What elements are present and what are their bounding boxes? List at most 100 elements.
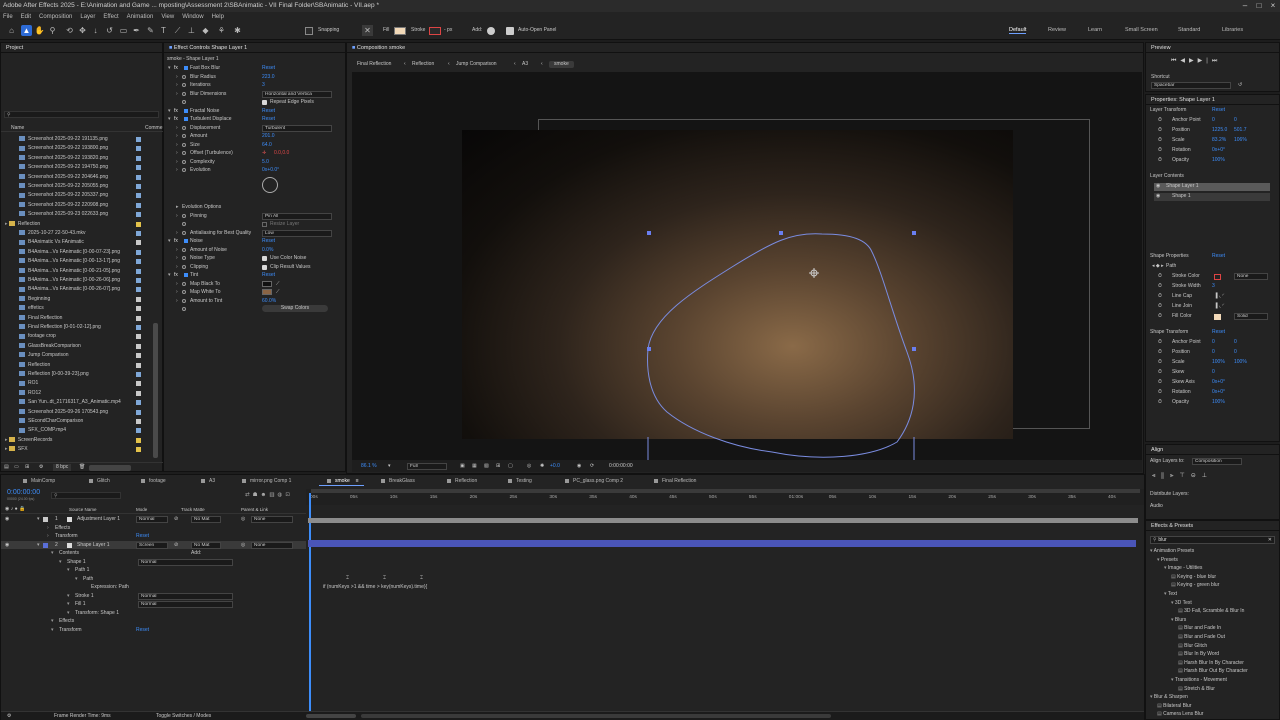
effects-tree-item[interactable]: ▤ Bilateral Blur [1146,702,1280,710]
fx-toggle-icon[interactable]: fx [174,64,178,72]
layer-transform-reset[interactable]: Reset [1212,107,1225,114]
property-value[interactable]: 100% [1212,399,1225,406]
project-item[interactable]: B4Anima...Vs FAnimatic [0-00-13-17].png [1,257,151,265]
stopwatch-icon[interactable]: ⏱ [1158,399,1162,406]
project-item[interactable]: Screenshot 2025-09-26 170543.png [1,408,151,416]
visibility-icon[interactable]: ◉ [1156,193,1160,200]
last-frame-icon[interactable]: ⏭ [1212,58,1221,64]
track-matte-dropdown[interactable]: No Mat [191,516,221,523]
menu-item-6[interactable]: View [161,14,174,20]
effects-tree-item[interactable]: ▾ 3D Text [1146,599,1280,607]
timeline-tab[interactable]: mirror.png Comp 1 [234,476,291,486]
property-value[interactable]: 0x+0° [1212,379,1225,386]
effects-tree-item[interactable]: ▾ Text [1146,590,1280,598]
project-item[interactable]: Screenshot 2025-09-23 022633.png [1,210,151,218]
parent-dropdown[interactable]: None [251,516,293,523]
visibility-icon[interactable]: ◉ [1156,183,1160,190]
guides-icon[interactable]: ⊞ [496,463,500,470]
property-value[interactable]: 0.0% [262,246,273,254]
layer-property-row[interactable]: ▾ Shape 1 Normal [1,558,306,566]
pen-tool-options-icon[interactable]: ✎ [145,25,156,36]
draft-3d-icon[interactable]: ☗ [253,492,261,498]
zoom-level[interactable]: 86.1 % [361,463,377,470]
exposure-value[interactable]: +0.0 [550,463,560,470]
project-item[interactable]: Screenshot 2025-09-22 205055.png [1,182,151,190]
clear-search-icon[interactable]: ✕ [1268,537,1272,543]
property-value[interactable]: 0 [1234,339,1237,346]
property-value[interactable]: 0 [1234,349,1237,356]
line-style-icons[interactable]: ▐ ◟ ◜ [1214,293,1224,300]
property-value[interactable]: 100% [1212,157,1225,164]
chevron-right-icon[interactable]: › [176,297,178,305]
color-swatch[interactable] [262,280,272,287]
menu-item-7[interactable]: Window [182,14,203,20]
zoom-slider[interactable] [306,714,356,718]
label-color-swatch[interactable] [136,381,141,387]
timeline-tab[interactable]: Final Reflection [646,476,696,486]
chevron-right-icon[interactable]: › [176,280,178,288]
label-color-swatch[interactable] [136,249,141,255]
project-settings-icon[interactable]: ⚙ [39,464,43,471]
effects-tree-item[interactable]: ▤ 3D Fall, Scramble & Blur In [1146,607,1280,615]
chevron-down-icon[interactable]: ▾ [168,237,171,245]
align-bottom-icon[interactable]: ⊥ [1202,473,1213,479]
effects-tree-item[interactable]: ▤ Blur In By Word [1146,650,1280,658]
menu-item-5[interactable]: Animation [127,14,154,20]
label-color-swatch[interactable] [136,419,141,424]
project-item[interactable]: Screenshot 2025-09-22 193800.png [1,144,151,152]
chevron-right-icon[interactable]: › [176,254,178,262]
stopwatch-icon[interactable]: ⏱ [1158,379,1162,386]
region-icon[interactable]: ▣ [460,463,465,470]
project-item[interactable]: SEcondCharComparison [1,417,151,425]
chevron-right-icon[interactable]: › [47,524,49,532]
align-hcenter-icon[interactable]: ⫼ [1161,473,1170,479]
label-color-swatch[interactable] [136,315,141,321]
chevron-down-icon[interactable]: ▾ [388,463,391,470]
effects-tree-item[interactable]: ▾ Animation Presets [1146,547,1280,555]
play-icon[interactable]: ▶ [1189,58,1198,64]
brush-tool-icon[interactable]: ⟋ [172,25,183,36]
project-item[interactable]: B4Anima...Vs FAnimatic [0-00-26-06].png [1,276,151,284]
label-color-swatch[interactable] [136,278,141,283]
shape-properties-reset[interactable]: Reset [1212,253,1225,260]
label-color-swatch[interactable] [136,137,141,142]
effect-reset-link[interactable]: Reset [262,115,275,123]
chevron-down-icon[interactable]: ▾ [51,626,54,634]
track-matte-header[interactable]: Track Matte [181,506,205,513]
timeline-tab[interactable]: BreakGlass [373,476,415,486]
effects-tree-item[interactable]: ▤ Harsh Blur Out By Character [1146,667,1280,675]
fx-switch-icon[interactable]: ⊘ [174,515,178,523]
close-icon[interactable]: × [1266,0,1280,12]
menu-item-2[interactable]: Composition [39,14,72,20]
orbit-tool-icon[interactable]: ⟲ [64,25,75,36]
workspace-libraries[interactable]: Libraries [1222,27,1243,33]
maximize-icon[interactable]: □ [1252,0,1266,12]
label-color-swatch[interactable] [136,155,141,161]
chevron-down-icon[interactable]: ▾ [75,575,78,583]
chevron-down-icon[interactable]: ▾ [51,549,54,557]
property-reset-link[interactable]: Add: [191,549,201,557]
project-item[interactable]: footage crop [1,332,151,340]
effects-tree-item[interactable]: ▤ Blur and Fade Out [1146,633,1280,641]
breadcrumb-item[interactable]: Reflection [412,61,434,68]
stopwatch-icon[interactable] [182,142,186,147]
layer-property-row[interactable]: ▾ Transform: Shape 1 [1,609,306,617]
project-item[interactable]: Screenshot 2025-09-22 205337.png [1,191,151,199]
menu-item-1[interactable]: Edit [21,14,31,20]
crosshair-icon[interactable]: ✛ [262,149,266,157]
prev-frame-icon[interactable]: ◀ [1180,58,1189,64]
next-frame-icon[interactable]: ▶| [1198,58,1212,64]
blend-mode-dropdown[interactable]: Normal [138,592,233,600]
chevron-down-icon[interactable]: ▾ [37,541,40,549]
playhead[interactable] [309,493,311,715]
monitor-icon[interactable]: ▢ [508,463,513,470]
property-value[interactable]: 106% [1234,137,1247,144]
project-item[interactable]: B4Anima...Vs FAnimatic [0-00-26-07].png [1,285,151,293]
anchor-point-icon[interactable] [809,268,819,278]
property-value[interactable]: 5.0 [262,158,269,166]
bbox-handle-tr[interactable] [912,231,916,235]
bbox-handle-mr[interactable] [912,347,916,351]
layer-property-row[interactable]: ▾ Stroke 1 Normal [1,592,306,600]
label-color-swatch[interactable] [136,184,141,189]
blend-mode-dropdown[interactable]: Screen [136,541,168,549]
